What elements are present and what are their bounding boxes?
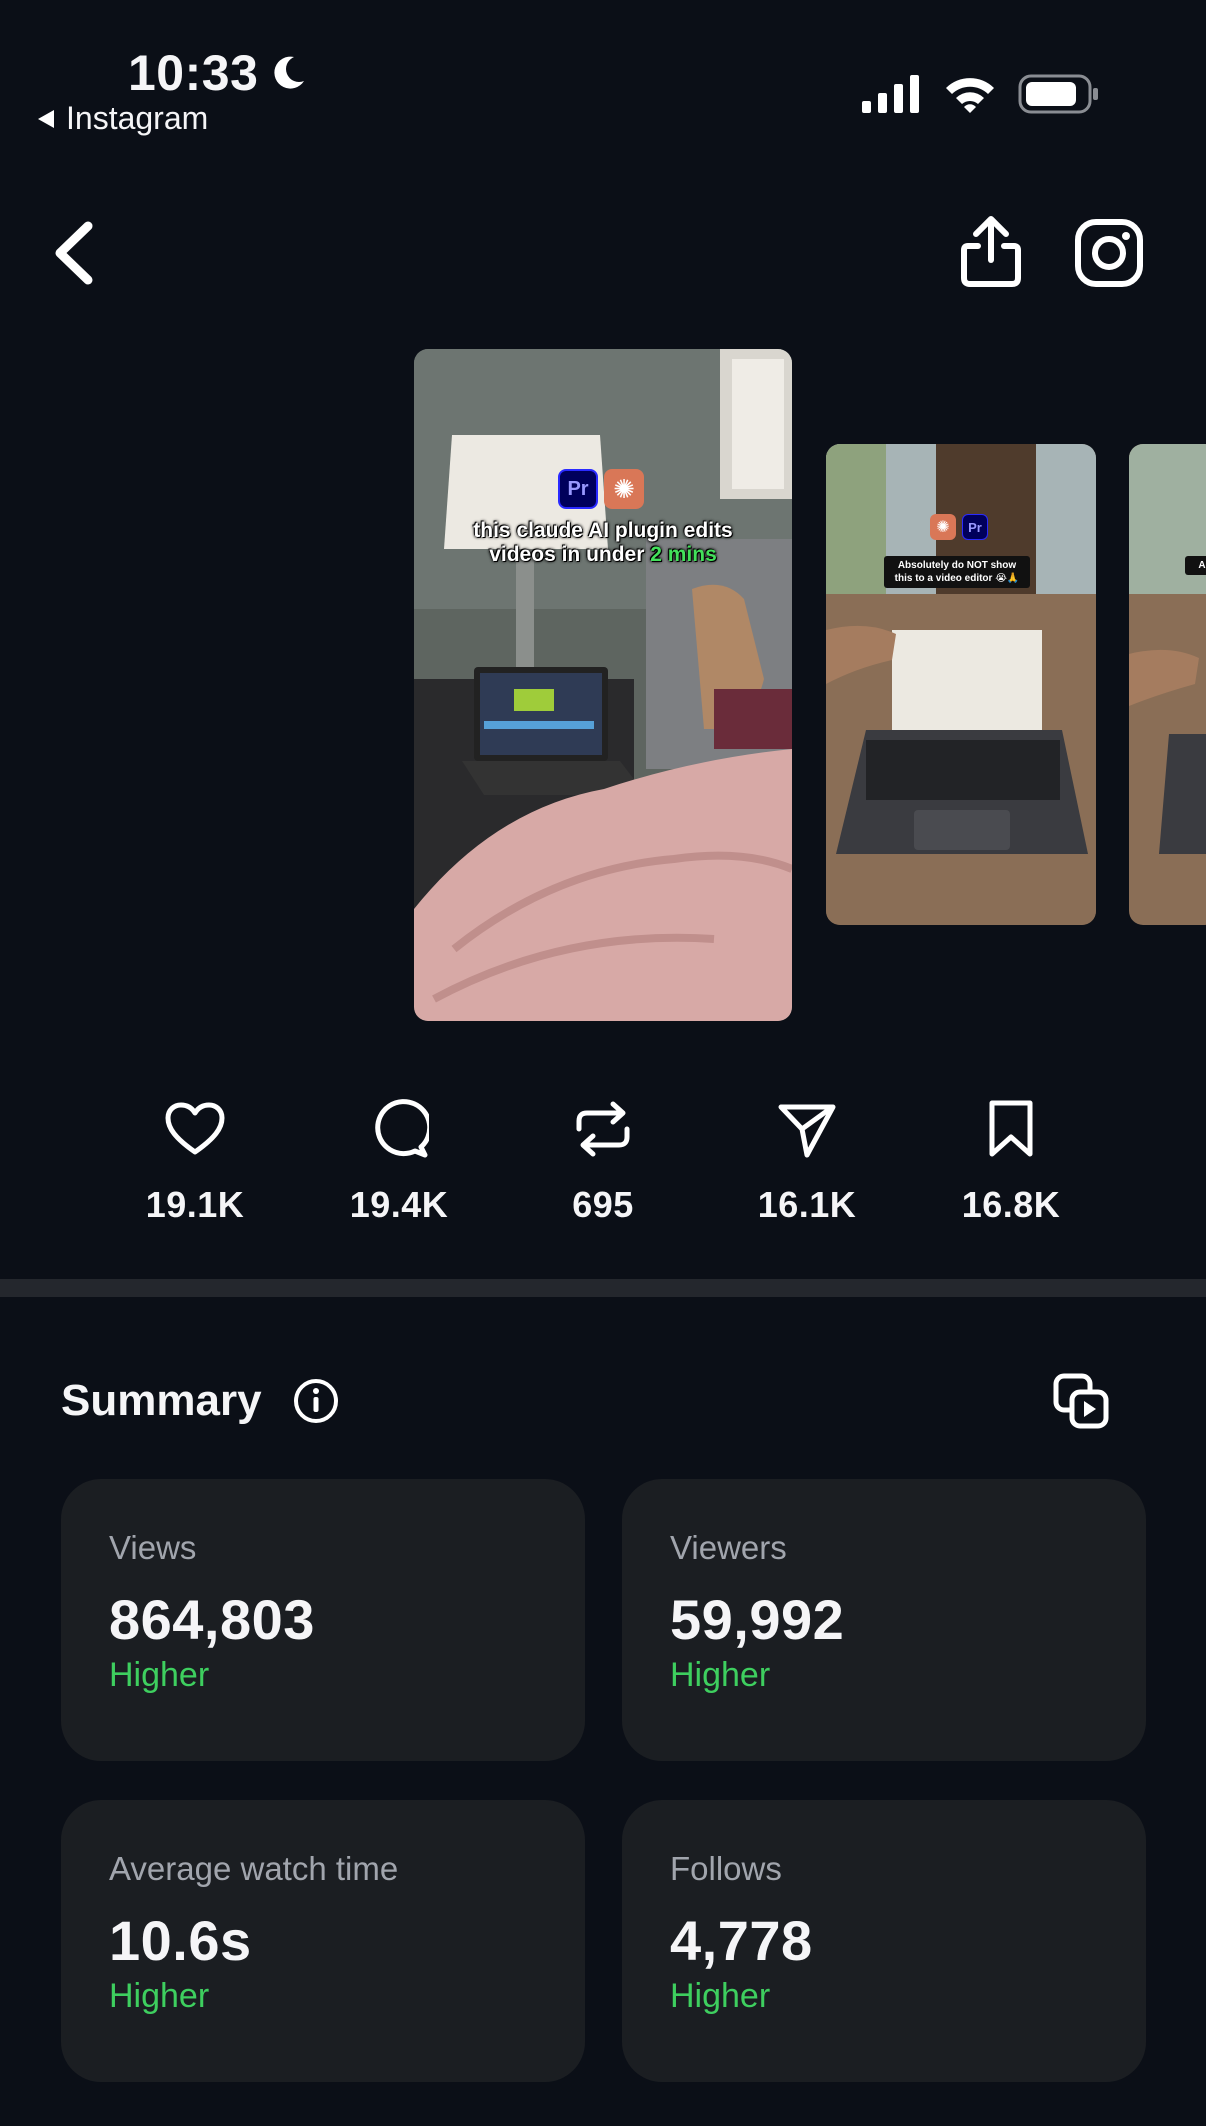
card-trend: Higher bbox=[670, 1656, 771, 1694]
back-triangle-icon bbox=[38, 109, 54, 128]
reel-thumbnail-third[interactable]: Ab bbox=[1129, 444, 1206, 925]
comments-metric: 19.4K bbox=[324, 1098, 474, 1226]
caption-line-2: videos in under 2 mins bbox=[414, 543, 792, 567]
summary-title: Summary bbox=[61, 1376, 262, 1425]
wifi-icon bbox=[946, 78, 994, 113]
caption-line-2-prefix: videos in under bbox=[489, 543, 651, 566]
info-icon[interactable] bbox=[292, 1377, 340, 1425]
reposts-count: 695 bbox=[572, 1184, 634, 1225]
reel-caption: Ab bbox=[1185, 556, 1206, 575]
send-icon bbox=[778, 1104, 836, 1158]
summary-header: Summary bbox=[61, 1376, 340, 1426]
reel-thumbnail-second[interactable]: ✺ Pr Absolutely do NOT show this to a vi… bbox=[826, 444, 1096, 925]
card-label: Views bbox=[109, 1529, 197, 1566]
battery-icon bbox=[1018, 74, 1098, 114]
back-button[interactable] bbox=[46, 218, 106, 288]
viewers-card[interactable]: Viewers 59,992 Higher bbox=[622, 1479, 1146, 1761]
follows-card[interactable]: Follows 4,778 Higher bbox=[622, 1800, 1146, 2082]
reel-scene-image bbox=[414, 349, 792, 1021]
back-to-app-link[interactable]: Instagram bbox=[36, 100, 208, 137]
comment-icon bbox=[375, 1099, 429, 1158]
reels-overview-button[interactable] bbox=[1052, 1372, 1112, 1432]
heart-icon bbox=[165, 1102, 225, 1155]
caption-line-1: this claude AI plugin edits bbox=[473, 519, 733, 542]
premiere-logo: Pr bbox=[962, 514, 988, 540]
caption-highlight: 2 mins bbox=[650, 543, 717, 566]
app-badges: Pr ✺ bbox=[558, 469, 644, 509]
saves-metric: 16.8K bbox=[936, 1098, 1086, 1226]
comments-count: 19.4K bbox=[349, 1184, 449, 1225]
repost-icon bbox=[576, 1101, 630, 1157]
back-app-label: Instagram bbox=[66, 100, 209, 136]
status-time-text: 10:33 bbox=[128, 45, 259, 101]
saves-count: 16.8K bbox=[961, 1184, 1061, 1225]
average-watch-time-card[interactable]: Average watch time 10.6s Higher bbox=[61, 1800, 585, 2082]
likes-count: 19.1K bbox=[145, 1184, 245, 1225]
instagram-button[interactable] bbox=[1074, 218, 1144, 288]
share-button[interactable] bbox=[958, 214, 1024, 288]
chevron-left-icon bbox=[55, 221, 93, 285]
claude-logo-icon: ✺ bbox=[930, 514, 956, 540]
reel-thumbnail-main[interactable]: Pr ✺ this claude AI plugin edits videos … bbox=[414, 349, 792, 1021]
card-value: 59,992 bbox=[670, 1588, 845, 1651]
card-label: Average watch time bbox=[109, 1850, 399, 1887]
instagram-icon bbox=[1075, 219, 1143, 287]
card-value: 4,778 bbox=[670, 1909, 813, 1972]
claude-logo-icon: ✺ bbox=[604, 469, 644, 509]
signal-icon bbox=[862, 75, 919, 113]
shares-metric: 16.1K bbox=[732, 1098, 882, 1226]
card-trend: Higher bbox=[109, 1977, 210, 2015]
premiere-logo: Pr bbox=[558, 469, 598, 509]
card-trend: Higher bbox=[670, 1977, 771, 2015]
card-value: 864,803 bbox=[109, 1588, 315, 1651]
card-trend: Higher bbox=[109, 1656, 210, 1694]
status-indicators bbox=[862, 74, 1100, 114]
bookmark-icon bbox=[989, 1100, 1033, 1157]
section-divider bbox=[0, 1279, 1206, 1297]
reel-caption: this claude AI plugin edits videos in un… bbox=[414, 519, 792, 567]
app-badges: ✺ Pr bbox=[930, 514, 988, 540]
card-label: Follows bbox=[670, 1850, 782, 1887]
moon-icon bbox=[274, 56, 305, 89]
status-time: 10:33 bbox=[128, 44, 308, 102]
reel-caption: Absolutely do NOT show this to a video e… bbox=[884, 556, 1030, 588]
reels-overview-icon bbox=[1053, 1373, 1109, 1429]
reel-scene-image bbox=[1129, 444, 1206, 925]
likes-metric: 19.1K bbox=[120, 1098, 270, 1226]
shares-count: 16.1K bbox=[757, 1184, 857, 1225]
views-card[interactable]: Views 864,803 Higher bbox=[61, 1479, 585, 1761]
reposts-metric: 695 bbox=[528, 1098, 678, 1226]
card-value: 10.6s bbox=[109, 1909, 252, 1972]
card-label: Viewers bbox=[670, 1529, 787, 1566]
share-icon bbox=[961, 216, 1021, 287]
